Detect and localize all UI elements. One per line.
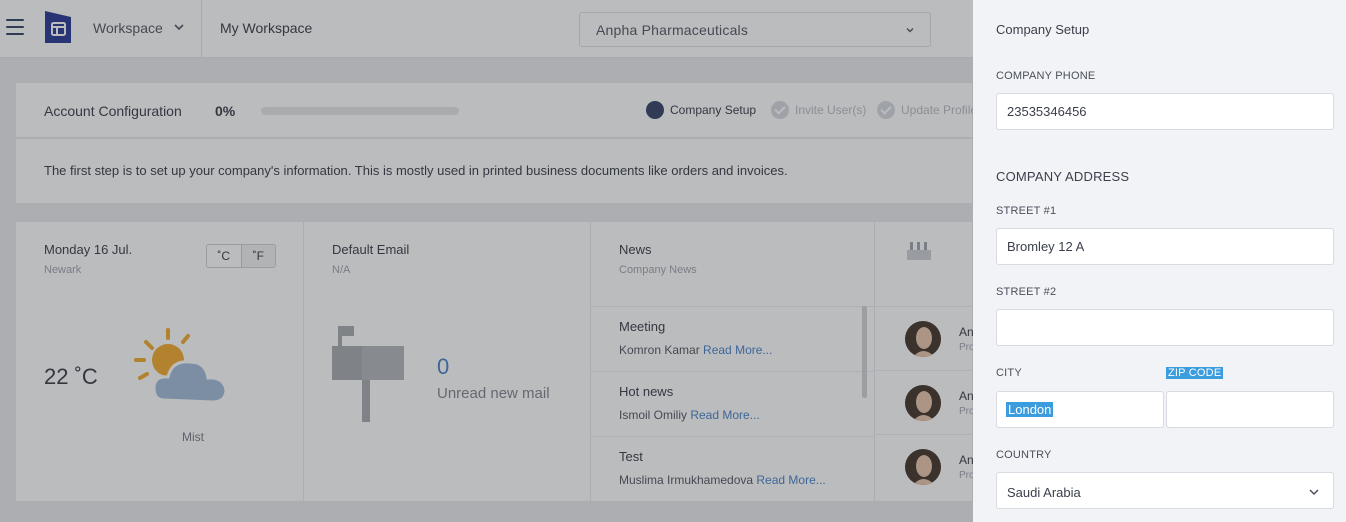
- country-label: COUNTRY: [996, 449, 1052, 461]
- country-select[interactable]: Saudi Arabia: [996, 472, 1334, 509]
- panel-title: Company Setup: [996, 22, 1090, 37]
- chevron-down-icon: [1309, 489, 1319, 496]
- company-address-heading: COMPANY ADDRESS: [996, 169, 1130, 184]
- zip-code-label-text: ZIP CODE: [1166, 367, 1224, 379]
- city-value-text: London: [1006, 402, 1054, 417]
- country-select-value: Saudi Arabia: [1007, 485, 1081, 500]
- city-label: CITY: [996, 367, 1022, 379]
- zip-code-label: ZIP CODE: [1166, 367, 1224, 379]
- zip-code-input[interactable]: [1166, 391, 1334, 428]
- street2-input[interactable]: [996, 309, 1334, 346]
- street1-input[interactable]: [996, 228, 1334, 265]
- street1-label: STREET #1: [996, 205, 1057, 217]
- company-phone-label: COMPANY PHONE: [996, 70, 1096, 82]
- city-input-value: London: [1006, 402, 1054, 417]
- street2-label: STREET #2: [996, 286, 1057, 298]
- company-phone-input[interactable]: [996, 93, 1334, 130]
- modal-backdrop[interactable]: [0, 0, 973, 522]
